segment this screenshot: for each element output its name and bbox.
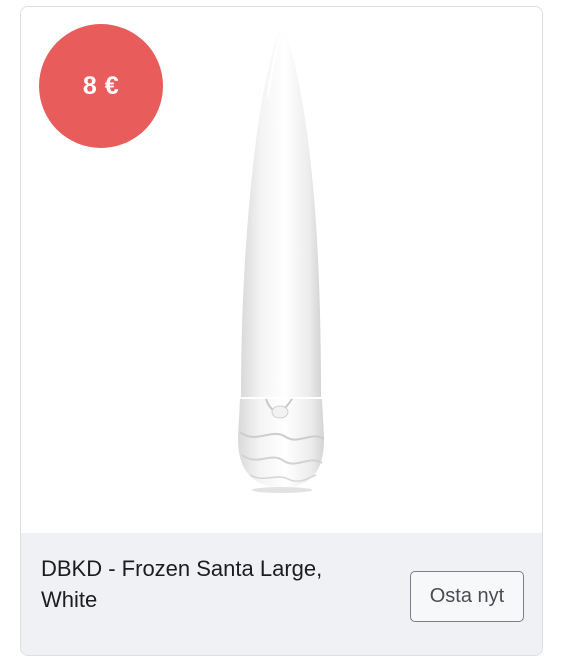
product-card[interactable]: 8 € DBKD - Frozen Santa Large, White Ost… [20, 6, 543, 656]
product-footer: DBKD - Frozen Santa Large, White Osta ny… [21, 533, 542, 655]
product-image[interactable] [226, 27, 338, 493]
product-title[interactable]: DBKD - Frozen Santa Large, White [41, 553, 381, 615]
product-image-area[interactable]: 8 € [21, 7, 542, 533]
price-badge: 8 € [39, 24, 163, 148]
buy-now-button[interactable]: Osta nyt [410, 571, 524, 622]
